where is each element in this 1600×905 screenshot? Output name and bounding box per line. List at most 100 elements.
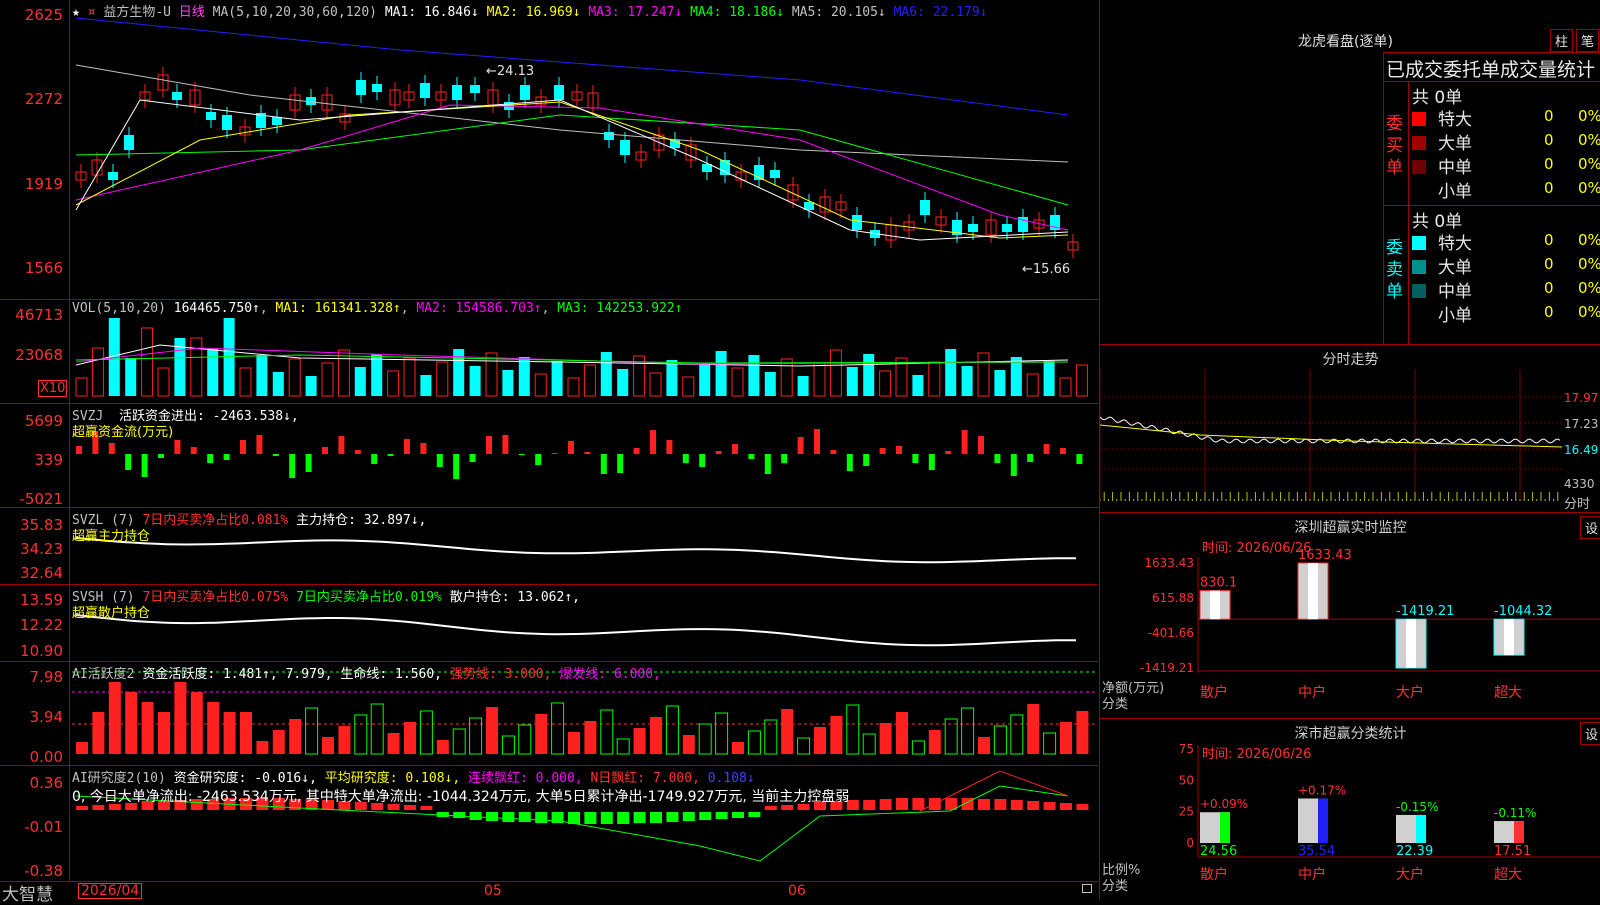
bar-mode-button[interactable]: 柱: [1550, 29, 1574, 52]
settings-icon[interactable]: ¤: [88, 5, 96, 20]
volume-bar: [387, 370, 400, 397]
high-price-label: ←24.13: [486, 64, 535, 79]
date-label: 05: [484, 883, 502, 899]
activity-bar: [125, 692, 138, 754]
flow-bar: [732, 444, 738, 454]
activity-bar: [518, 724, 532, 755]
fenshi-panel[interactable]: 分时走势 17.97 17.23 16.49 4330 分时: [1099, 344, 1600, 512]
flow-bar: [617, 454, 624, 473]
longhu-header: 已成交委托单成交量统计: [1386, 59, 1596, 81]
fenshi-chart[interactable]: [1100, 345, 1600, 513]
longhu-row: 小单: [1412, 301, 1472, 326]
star-icon[interactable]: ★: [72, 5, 80, 20]
flow-bar: [650, 430, 656, 454]
research-bar: [535, 812, 548, 823]
ma-value-6: MA6: 22.179↓: [885, 5, 988, 20]
volume-bar: [337, 349, 350, 397]
volume-label: VOL(5,10,20): [72, 301, 166, 316]
sz-bar-highlight: [1504, 619, 1514, 656]
sh-bar-change: +0.09%: [1200, 797, 1248, 811]
volume-bar: [288, 358, 301, 397]
volume-bar: [518, 357, 530, 396]
activity-bar: [223, 712, 236, 754]
ai-lifeline: 生命线: 1.560,: [340, 667, 443, 682]
volume-panel[interactable]: 46713 23068 X10 VOL(5,10,20) 164465.750↑…: [0, 300, 1098, 404]
volume-bar: [1075, 364, 1088, 397]
fenshi-label: 分时: [1564, 497, 1591, 512]
volume-bar: [567, 377, 580, 397]
volume-bar: [764, 372, 776, 396]
ai-activity-panel[interactable]: 7.98 3.94 0.00 AI活跃度2 资金活跃度: 1.481↑, 7.9…: [0, 662, 1098, 766]
volume-bar: [912, 375, 924, 396]
kline-panel[interactable]: 2625 2272 1919 1566 ★ ¤ 益方生物-U 日线 MA(5,1…: [0, 0, 1098, 300]
activity-bar: [419, 710, 433, 755]
activity-bar: [305, 707, 319, 755]
flow-bar: [223, 454, 230, 460]
activity-bar: [551, 702, 565, 755]
svsh-panel[interactable]: 13.59 12.22 10.90 SVSH (7) 7日内买卖净占比0.075…: [0, 585, 1098, 662]
activity-bar: [190, 692, 203, 754]
holding-line: [75, 614, 1076, 647]
fenshi-tick: 4330: [1564, 477, 1595, 491]
sh-stats-panel[interactable]: 深市超赢分类统计 设 时间: 2026/06/26 75 50 25 0 +0.09% 2…: [1099, 718, 1600, 900]
svsh-ratio2: 7日内买卖净占比0.019%: [296, 590, 442, 605]
volume-bar: [666, 360, 678, 396]
tick-mode-button[interactable]: 笔: [1576, 29, 1600, 52]
ma-value-2: MA2: 16.969↓: [478, 5, 581, 20]
ai-research-value3: 0.108↓: [707, 771, 755, 786]
research-bar: [420, 806, 433, 810]
period-label[interactable]: 日线: [179, 5, 205, 20]
row-label: 大单: [1438, 258, 1472, 278]
ma-value-1: MA1: 16.846↓: [384, 5, 479, 20]
fenshi-tick: 17.23: [1564, 417, 1599, 431]
color-swatch: [1412, 112, 1426, 126]
svzl-ratio: 7日内买卖净占比0.081%: [142, 513, 289, 528]
sh-category: 大户: [1396, 866, 1424, 883]
volume-bar: [420, 375, 432, 396]
row-label: 特大: [1438, 110, 1472, 130]
brand-label: 大智慧: [2, 885, 53, 905]
candle-body: [620, 140, 630, 155]
candle-body: [222, 115, 232, 130]
research-bar: [994, 799, 1007, 810]
ai-research-n-red: N日飘红: 7.000,: [590, 771, 700, 786]
svzl-subtitle: 超赢主力持仓: [72, 529, 151, 544]
research-bar: [600, 812, 613, 824]
sh-ytick: 0: [1186, 836, 1194, 850]
longhu-row: 大单: [1412, 253, 1472, 278]
ai-burst-line: 爆发线: 6.000,: [559, 667, 661, 682]
candle-body: [770, 170, 780, 178]
row-volume: 0: [1544, 303, 1554, 321]
ai-research-panel[interactable]: 0.36 -0.01 -0.38 AI研究度2(10) 资金研究度: -0.01…: [0, 766, 1098, 881]
activity-bar: [896, 712, 908, 754]
svzj-panel[interactable]: 5699 339 -5021 SVZJ 活跃资金进出: -2463.538↓, …: [0, 404, 1098, 508]
sh-bar-change: -0.11%: [1494, 806, 1536, 820]
flow-bar: [469, 454, 476, 462]
kline-chart[interactable]: [0, 0, 1098, 300]
activity-bar: [928, 730, 941, 754]
flow-bar: [174, 440, 181, 454]
sz-category: 大户: [1396, 684, 1424, 701]
svzl-panel[interactable]: 35.83 34.23 32.64 SVZL (7) 7日内买卖净占比0.081…: [0, 508, 1098, 585]
flow-bar: [404, 439, 410, 454]
activity-bar: [354, 714, 368, 755]
row-volume: 0: [1544, 231, 1554, 249]
sh-xlabel: 分类: [1102, 879, 1129, 894]
row-percent: 0%: [1578, 231, 1600, 249]
flow-bar: [797, 437, 804, 454]
color-swatch: [1412, 184, 1426, 198]
research-bar: [1060, 803, 1072, 810]
research-bar: [896, 798, 908, 810]
sh-bar-accent: [1318, 798, 1328, 843]
row-percent: 0%: [1578, 303, 1600, 321]
volume-bar: [502, 370, 514, 396]
volume-bar: [551, 361, 563, 396]
research-bar: [469, 812, 482, 820]
research-bar: [568, 812, 580, 824]
flow-bar: [568, 441, 574, 454]
activity-bar: [501, 735, 515, 755]
lock-icon[interactable]: [1082, 884, 1092, 893]
flow-bar: [699, 454, 706, 467]
flow-bar: [256, 435, 263, 454]
sz-monitor-panel[interactable]: 深圳超赢实时监控 设 时间: 2026/06/26 1633.43 615.88-…: [1099, 512, 1600, 718]
